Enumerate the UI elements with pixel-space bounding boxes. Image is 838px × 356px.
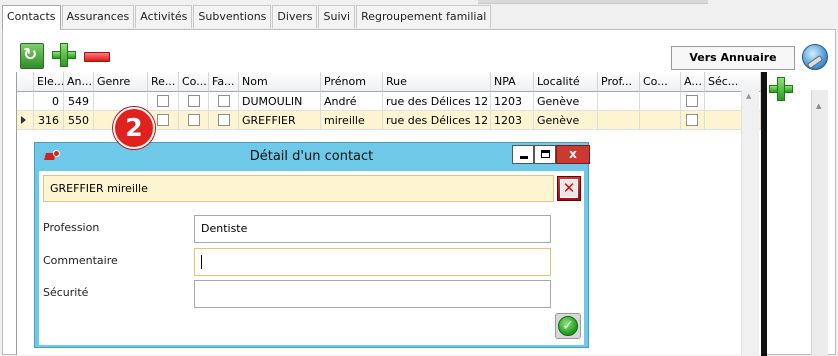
dialog-body: GREFFIER mireille ✕ Profession Dentiste … bbox=[39, 171, 584, 345]
row-pointer-icon bbox=[21, 116, 26, 124]
tab-bar: Contacts Assurances Activités Subvention… bbox=[2, 5, 492, 30]
cell-prenom: mireille bbox=[321, 111, 383, 130]
cell-co bbox=[179, 111, 209, 130]
refresh-icon[interactable] bbox=[20, 43, 44, 69]
cell-npa: 1203 bbox=[491, 111, 534, 130]
cell-rue: rue des Délices 12 bbox=[383, 92, 491, 111]
window-top-strip bbox=[0, 0, 838, 4]
grid-header-an[interactable]: An... bbox=[64, 72, 94, 92]
checkbox-a[interactable] bbox=[686, 114, 698, 126]
checkbox-fa[interactable] bbox=[218, 95, 230, 107]
grid-header-fa[interactable]: Fa... bbox=[209, 72, 239, 92]
checkbox-re[interactable] bbox=[157, 95, 169, 107]
grid-header-a[interactable]: A... bbox=[681, 72, 705, 92]
dialog-title: Détail d'un contact bbox=[249, 149, 374, 164]
side-vertical-scrollbar[interactable] bbox=[811, 90, 828, 356]
grid-header-nom[interactable]: Nom bbox=[239, 72, 321, 92]
cell-localite: Genève bbox=[534, 92, 598, 111]
cell-re bbox=[148, 92, 179, 111]
cell-prenom: André bbox=[321, 92, 383, 111]
tab-assurances[interactable]: Assurances bbox=[61, 5, 135, 28]
checkbox-re[interactable] bbox=[157, 114, 169, 126]
cell-nom: GREFFIER bbox=[239, 111, 321, 130]
cell-co2 bbox=[640, 92, 681, 111]
cell-co2 bbox=[640, 111, 681, 130]
panel-splitter[interactable] bbox=[761, 72, 767, 356]
commentaire-field[interactable] bbox=[194, 248, 551, 276]
grid-header-co[interactable]: Co... bbox=[179, 72, 209, 92]
globe-icon[interactable] bbox=[802, 44, 828, 70]
cell-fa bbox=[209, 111, 239, 130]
grid-header-prof[interactable]: Prof... bbox=[598, 72, 640, 92]
grid-header-sec[interactable]: Séc... bbox=[705, 72, 761, 92]
row-indicator bbox=[17, 92, 34, 111]
tab-regroupement-familial[interactable]: Regroupement familial bbox=[356, 5, 492, 28]
commentaire-label: Commentaire bbox=[43, 254, 118, 267]
contact-name-display: GREFFIER mireille bbox=[43, 175, 554, 202]
cell-npa: 1203 bbox=[491, 92, 534, 111]
securite-label: Sécurité bbox=[43, 286, 89, 299]
minimize-icon[interactable] bbox=[512, 145, 534, 164]
checkmark-icon[interactable]: ✓ bbox=[555, 313, 581, 339]
cell-an: 550 bbox=[64, 111, 94, 130]
step-callout-badge: 2 bbox=[113, 107, 155, 149]
contact-detail-dialog: Détail d'un contact x GREFFIER mireille … bbox=[34, 142, 590, 348]
vers-annuaire-button[interactable]: Vers Annuaire bbox=[671, 46, 795, 70]
grid-header-prenom[interactable]: Prénom bbox=[321, 72, 383, 92]
top-strip-block bbox=[478, 0, 708, 4]
tab-divers[interactable]: Divers bbox=[272, 5, 318, 28]
cell-fa bbox=[209, 92, 239, 111]
plus-icon[interactable] bbox=[52, 43, 76, 67]
close-icon[interactable]: x bbox=[556, 145, 590, 164]
cell-a bbox=[681, 92, 705, 111]
tab-contacts[interactable]: Contacts bbox=[2, 5, 61, 30]
dialog-title-bar[interactable]: Détail d'un contact x bbox=[35, 143, 590, 171]
cell-an: 549 bbox=[64, 92, 94, 111]
grid-header-ele[interactable]: Ele... bbox=[34, 72, 64, 92]
cell-prof bbox=[598, 111, 640, 130]
securite-field[interactable] bbox=[194, 280, 551, 308]
cancel-x-icon[interactable]: ✕ bbox=[557, 176, 581, 201]
row-indicator bbox=[17, 111, 34, 130]
tab-activites[interactable]: Activités bbox=[135, 5, 193, 28]
grid-header-rue[interactable]: Rue bbox=[383, 72, 491, 92]
cell-prof bbox=[598, 92, 640, 111]
cell-rue: rue des Délices 12 bbox=[383, 111, 491, 130]
cell-nom: DUMOULIN bbox=[239, 92, 321, 111]
tab-subventions[interactable]: Subventions bbox=[193, 5, 272, 28]
cell-a bbox=[681, 111, 705, 130]
profession-field[interactable]: Dentiste bbox=[194, 215, 551, 243]
checkbox-co[interactable] bbox=[188, 114, 200, 126]
checkbox-fa[interactable] bbox=[218, 114, 230, 126]
checkbox-co[interactable] bbox=[188, 95, 200, 107]
text-caret bbox=[201, 255, 202, 269]
cell-co bbox=[179, 92, 209, 111]
grid-header-indicator bbox=[17, 72, 34, 92]
grid-vertical-scrollbar[interactable] bbox=[741, 90, 759, 355]
grid-header-npa[interactable]: NPA bbox=[491, 72, 534, 92]
cell-localite: Genève bbox=[534, 111, 598, 130]
checkbox-a[interactable] bbox=[686, 95, 698, 107]
grid-header-genre[interactable]: Genre bbox=[94, 72, 148, 92]
grid-header-co2[interactable]: Co... bbox=[640, 72, 681, 92]
grid-header-re[interactable]: Re... bbox=[148, 72, 179, 92]
plus-icon[interactable] bbox=[769, 77, 793, 101]
maximize-icon[interactable] bbox=[534, 145, 556, 164]
cell-ele: 0 bbox=[34, 92, 64, 111]
cell-ele: 316 bbox=[34, 111, 64, 130]
profession-label: Profession bbox=[43, 221, 100, 234]
tab-suivi[interactable]: Suivi bbox=[318, 5, 356, 28]
minus-icon[interactable] bbox=[84, 52, 110, 62]
grid-header-localite[interactable]: Localité bbox=[534, 72, 598, 92]
